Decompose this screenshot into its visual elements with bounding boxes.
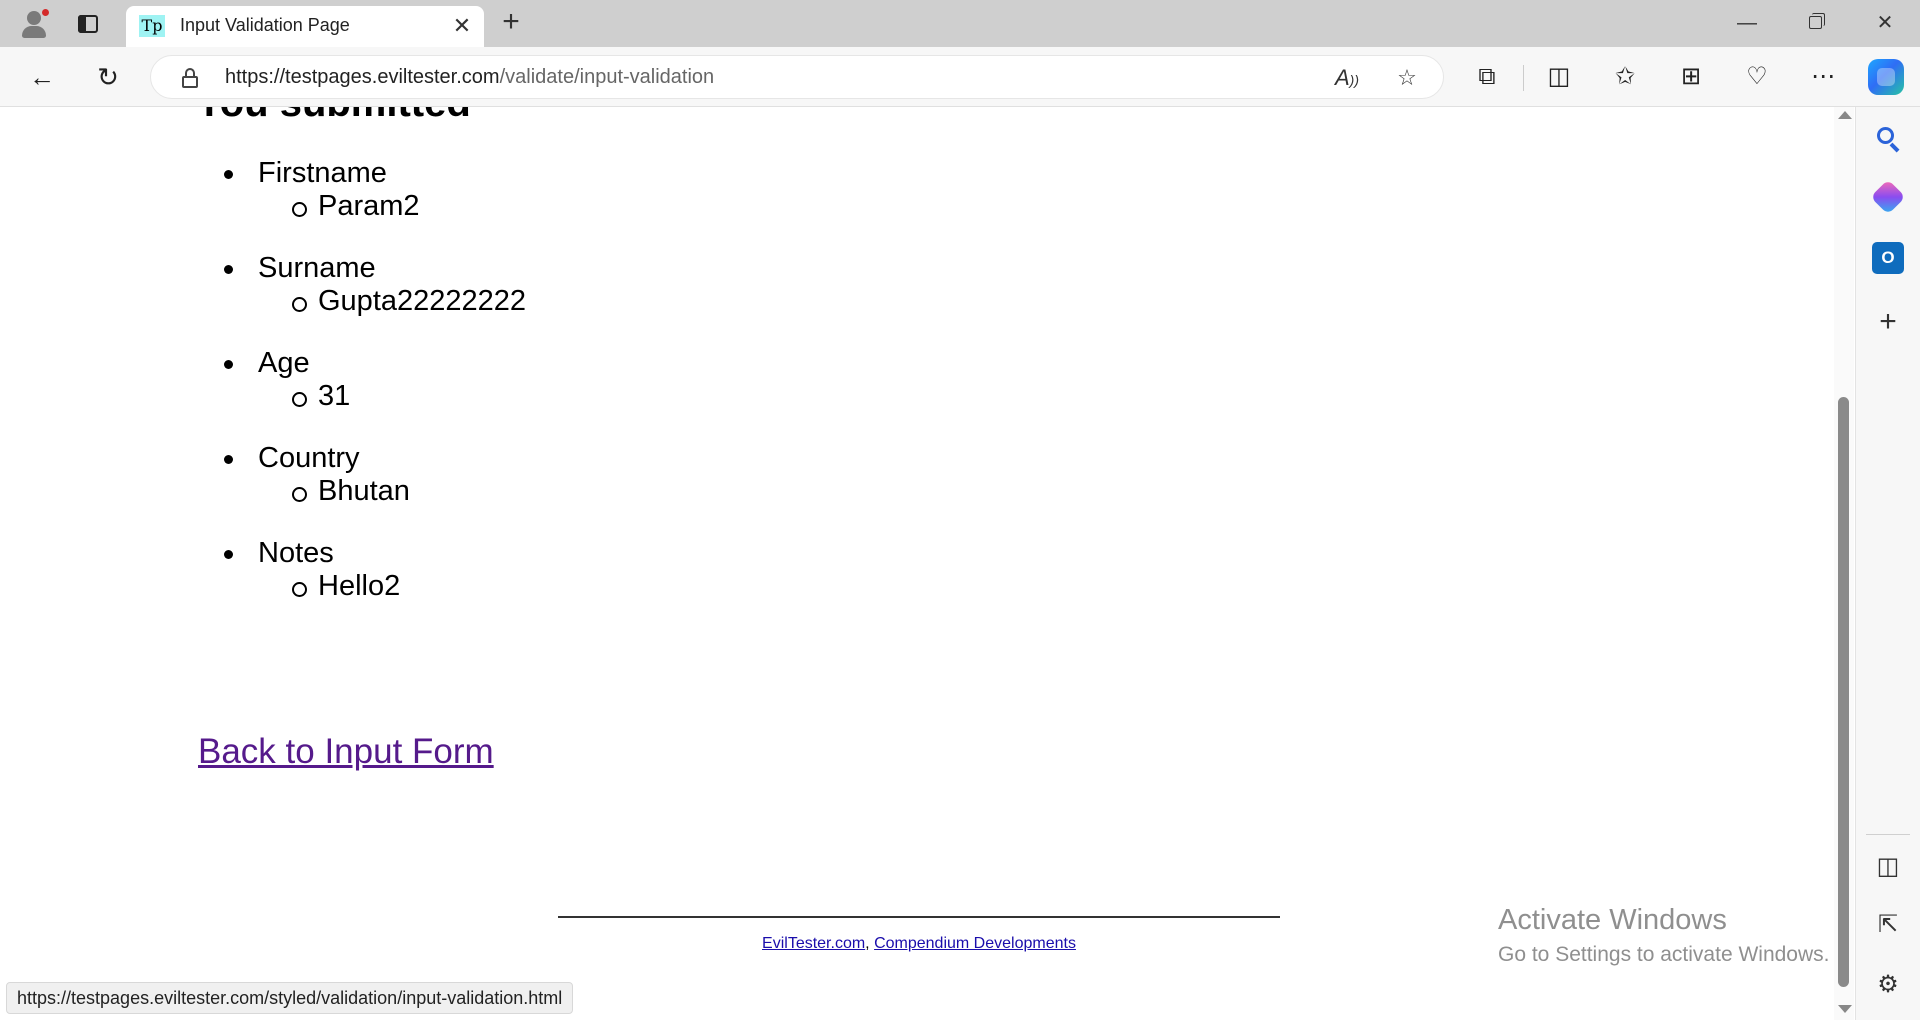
collections-icon[interactable]: ⊞ — [1672, 58, 1710, 96]
sidebar-divider — [1866, 834, 1910, 835]
field-value-country: Bhutan — [292, 475, 410, 507]
site-favicon-icon: Tp — [139, 15, 165, 37]
scroll-down-icon[interactable] — [1838, 1005, 1852, 1013]
eviltester-link[interactable]: EvilTester.com — [762, 935, 865, 952]
puzzle-icon[interactable]: ⧉ — [1468, 58, 1506, 96]
refresh-icon[interactable]: ↻ — [89, 58, 127, 96]
hide-sidebar-icon[interactable]: ◫ — [1872, 851, 1904, 883]
url-text[interactable]: https://testpages.eviltester.com/validat… — [225, 66, 714, 89]
tab-strip: Tp Input Validation Page ✕ + — ✕ — [0, 0, 1920, 47]
address-bar[interactable]: https://testpages.eviltester.com/validat… — [150, 55, 1444, 99]
new-tab-icon[interactable]: + — [496, 7, 526, 38]
activate-windows-watermark: Activate Windows Go to Settings to activ… — [1498, 904, 1830, 967]
footer-divider — [558, 916, 1280, 918]
outlook-icon[interactable]: O — [1872, 242, 1904, 274]
page-scrollbar[interactable] — [1834, 107, 1854, 1020]
footer-links: EvilTester.com, Compendium Developments — [558, 935, 1280, 953]
scroll-thumb[interactable] — [1838, 397, 1849, 987]
add-sidebar-app-icon[interactable]: + — [1872, 306, 1904, 338]
list-item: Notes Hello2 — [196, 537, 996, 632]
page-heading: You submitted — [196, 107, 471, 126]
profile-avatar-icon[interactable] — [18, 7, 50, 39]
compendium-developments-link[interactable]: Compendium Developments — [874, 935, 1076, 952]
open-external-icon[interactable]: ⇱ — [1872, 909, 1904, 941]
footer-separator: , — [865, 935, 870, 952]
read-aloud-icon[interactable]: A)) — [1331, 62, 1363, 94]
minimize-icon[interactable]: — — [1724, 6, 1770, 40]
copilot-icon[interactable] — [1868, 59, 1904, 95]
field-value-surname: Gupta22222222 — [291, 285, 527, 317]
field-value-notes: Hello2 — [291, 570, 401, 602]
star-icon[interactable]: ☆ — [1391, 62, 1423, 94]
back-to-input-form-link[interactable]: Back to Input Form — [198, 732, 494, 772]
microsoft-365-icon[interactable] — [1870, 179, 1906, 215]
watermark-subtitle: Go to Settings to activate Windows. — [1498, 943, 1830, 966]
list-item: Country Bhutan — [196, 442, 996, 537]
tab-title: Input Validation Page — [180, 15, 350, 35]
tab-input-validation[interactable]: Tp Input Validation Page ✕ — [126, 6, 484, 47]
field-label-surname: Surname — [224, 252, 376, 284]
favorites-icon[interactable]: ✩ — [1606, 58, 1644, 96]
field-value-firstname: Param2 — [292, 190, 420, 222]
field-value-age: 31 — [291, 380, 351, 412]
sidebar-settings-gear-icon[interactable]: ⚙ — [1872, 969, 1904, 1001]
edge-sidebar: O + ◫ ⇱ ⚙ — [1855, 107, 1920, 1020]
list-item: Surname Gupta22222222 — [196, 252, 996, 347]
field-label-notes: Notes — [224, 537, 334, 569]
list-item: Age 31 — [196, 347, 996, 442]
back-arrow-icon[interactable]: ← — [23, 58, 61, 96]
tab-actions-icon[interactable] — [76, 12, 100, 36]
page-viewport: You submitted Firstname Param2 Surname G… — [0, 107, 1855, 1020]
search-icon[interactable] — [1872, 123, 1904, 155]
split-screen-icon[interactable]: ◫ — [1540, 58, 1578, 96]
more-icon[interactable]: ⋯ — [1804, 58, 1842, 96]
watermark-title: Activate Windows — [1498, 904, 1727, 936]
toolbar-divider — [1523, 65, 1524, 91]
lock-icon[interactable] — [181, 68, 199, 88]
scroll-up-icon[interactable] — [1838, 111, 1852, 119]
field-label-country: Country — [224, 442, 360, 474]
window-close-icon[interactable]: ✕ — [1862, 6, 1908, 40]
submitted-results-list: Firstname Param2 Surname Gupta22222222 A… — [196, 157, 996, 632]
link-status-bar: https://testpages.eviltester.com/styled/… — [6, 982, 574, 1014]
browser-toolbar: ← ↻ https://testpages.eviltester.com/val… — [0, 47, 1920, 107]
restore-icon[interactable] — [1793, 6, 1839, 40]
list-item: Firstname Param2 — [196, 157, 996, 252]
browser-essentials-icon[interactable]: ♡ — [1738, 58, 1776, 96]
field-label-age: Age — [224, 347, 310, 379]
tab-close-icon[interactable]: ✕ — [450, 14, 474, 38]
field-label-firstname: Firstname — [224, 157, 387, 189]
